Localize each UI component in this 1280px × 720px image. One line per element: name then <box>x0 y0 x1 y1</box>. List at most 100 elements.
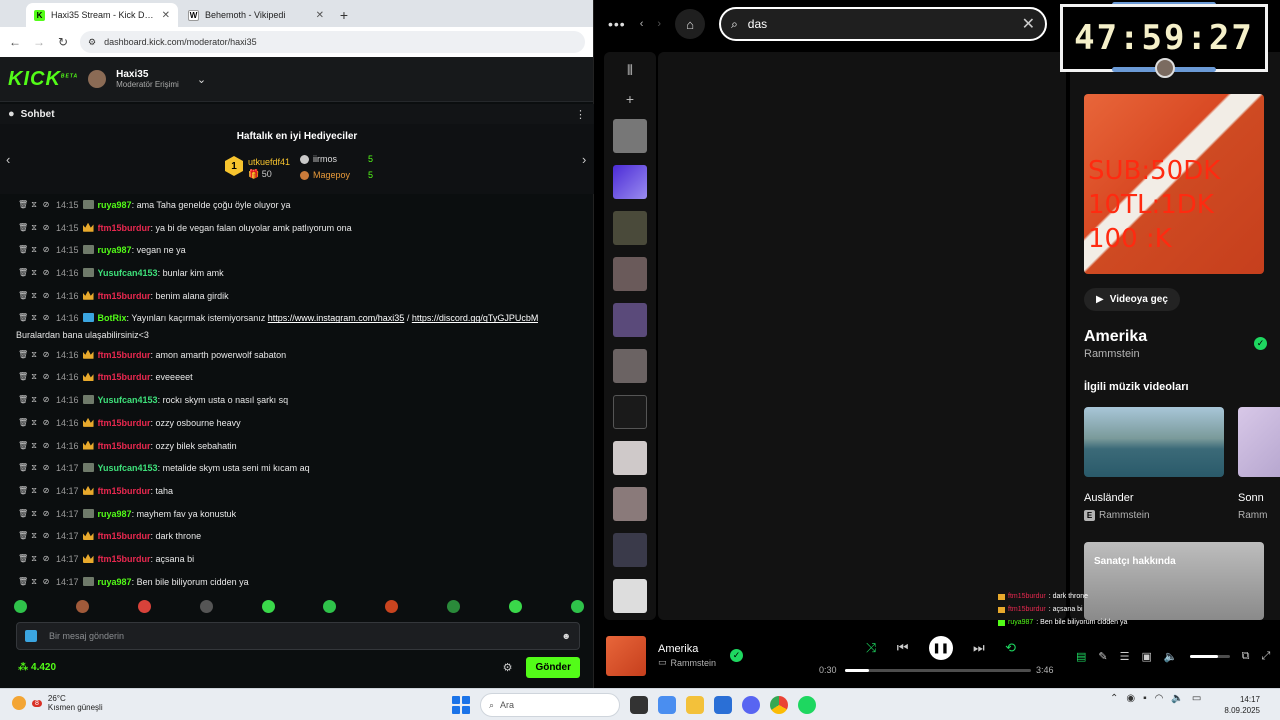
chat-message[interactable]: 🗑 ⧖ ⊘ 14:17 ftm15burdur: açsana bi <box>0 550 594 573</box>
chat-message[interactable]: 🗑 ⧖ ⊘ 14:16 ftm15burdur: benim alana girdik <box>0 287 594 310</box>
close-tab-icon[interactable]: ✕ <box>316 10 324 21</box>
emote-icon[interactable] <box>385 600 399 613</box>
delete-icon[interactable]: 🗑 <box>18 244 28 256</box>
ban-icon[interactable]: ⊘ <box>42 462 50 474</box>
chat-message[interactable]: 🗑 ⧖ ⊘ 14:16 ftm15burdur: amon amarth powerwo… <box>0 346 594 369</box>
close-tab-icon[interactable]: ✕ <box>162 10 170 21</box>
chat-messages[interactable]: 🗑 ⧖ ⊘ 14:15 ruya987: ama Taha genelde çoğu ö… <box>0 196 594 592</box>
message-username[interactable]: BotRix <box>98 313 127 323</box>
tab-kick-dashboard[interactable]: K Haxi35 Stream - Kick Dashboard ✕ <box>26 3 178 27</box>
weather-widget[interactable]: 8 26°C Kısmen güneşli <box>12 694 103 712</box>
ban-icon[interactable]: ⊘ <box>42 417 50 429</box>
chat-message[interactable]: 🗑 ⧖ ⊘ 14:16 Yusufcan4153: rockı skym usta o … <box>0 391 594 414</box>
timeout-icon[interactable]: ⧖ <box>30 349 38 361</box>
send-button[interactable]: Gönder <box>526 656 580 678</box>
saved-check-icon[interactable]: ✓ <box>730 649 743 662</box>
ban-icon[interactable]: ⊘ <box>42 222 50 234</box>
ban-icon[interactable]: ⊘ <box>42 199 50 211</box>
chat-message[interactable]: 🗑 ⧖ ⊘ 14:17 ftm15burdur: taha <box>0 482 594 505</box>
timeout-icon[interactable]: ⧖ <box>30 576 38 588</box>
chat-message[interactable]: 🗑 ⧖ ⊘ 14:15 ftm15burdur: ya bi de vegan fala… <box>0 219 594 242</box>
message-username[interactable]: ruya987 <box>98 509 132 519</box>
playlist-cover[interactable] <box>613 487 647 521</box>
url-field[interactable]: ⚙ dashboard.kick.com/moderator/haxi35 <box>80 31 585 53</box>
message-username[interactable]: ftm15burdur <box>98 372 151 382</box>
delete-icon[interactable]: 🗑 <box>18 576 28 588</box>
shuffle-icon[interactable]: ⤨ <box>866 640 876 656</box>
connect-device-icon[interactable]: ▣ <box>1142 650 1152 663</box>
delete-icon[interactable]: 🗑 <box>18 290 28 302</box>
spotify-icon[interactable] <box>798 696 816 714</box>
chevron-left-icon[interactable]: ‹ <box>6 152 10 167</box>
playlist-cover[interactable] <box>613 211 647 245</box>
chevron-down-icon[interactable]: ⌄ <box>197 73 206 86</box>
emote-icon[interactable] <box>323 600 337 613</box>
timeout-icon[interactable]: ⧖ <box>30 417 38 429</box>
ban-icon[interactable]: ⊘ <box>42 290 50 302</box>
queue-icon[interactable]: ☰ <box>1120 650 1130 663</box>
ban-icon[interactable]: ⊘ <box>42 485 50 497</box>
timeout-icon[interactable]: ⧖ <box>30 462 38 474</box>
clear-search-icon[interactable]: ✕ <box>1022 14 1035 34</box>
delete-icon[interactable]: 🗑 <box>18 462 28 474</box>
delete-icon[interactable]: 🗑 <box>18 199 28 211</box>
chevron-up-icon[interactable]: ⌃ <box>1110 693 1118 704</box>
message-link[interactable]: https://discord.gg/qTyGJPUcbM <box>412 313 539 323</box>
related-video-title[interactable]: Ausländer <box>1084 492 1224 504</box>
reload-icon[interactable]: ↻ <box>56 35 70 49</box>
delete-icon[interactable]: 🗑 <box>18 553 28 565</box>
message-link[interactable]: https://www.instagram.com/haxi35 <box>268 313 405 323</box>
task-view-icon[interactable] <box>630 696 648 714</box>
search-input[interactable]: ⌕ das ✕ <box>719 7 1048 41</box>
emote-icon[interactable] <box>75 600 89 613</box>
message-username[interactable]: ftm15burdur <box>98 223 151 233</box>
clock[interactable]: 14:17 8.09.2025 <box>1200 694 1260 716</box>
new-tab-button[interactable]: + <box>334 3 354 27</box>
liked-songs-cover[interactable] <box>613 165 647 199</box>
emote-icon[interactable] <box>509 600 522 613</box>
delete-icon[interactable]: 🗑 <box>18 485 28 497</box>
now-playing-view-icon[interactable]: ▤ <box>1076 650 1086 663</box>
back-arrow-icon[interactable]: ‹ <box>640 18 644 30</box>
playlist-cover[interactable] <box>613 119 647 153</box>
message-username[interactable]: ftm15burdur <box>98 486 151 496</box>
site-info-icon[interactable]: ⚙ <box>88 37 96 48</box>
message-username[interactable]: Yusufcan4153 <box>98 395 158 405</box>
emote-icon[interactable] <box>137 600 151 613</box>
saved-check-icon[interactable]: ✓ <box>1254 337 1267 350</box>
playlist-cover[interactable] <box>613 441 647 475</box>
ban-icon[interactable]: ⊘ <box>42 530 50 542</box>
timeout-icon[interactable]: ⧖ <box>30 371 38 383</box>
related-video-title[interactable]: Sonn <box>1238 492 1278 504</box>
emote-icon[interactable] <box>261 600 275 613</box>
ban-icon[interactable]: ⊘ <box>42 576 50 588</box>
delete-icon[interactable]: 🗑 <box>18 349 28 361</box>
playlist-cover[interactable] <box>613 303 647 337</box>
timeout-icon[interactable]: ⧖ <box>30 290 38 302</box>
emote-icon[interactable] <box>447 600 461 613</box>
switch-to-video-button[interactable]: ▶ Videoya geç <box>1084 288 1180 311</box>
repeat-icon[interactable]: ⟲ <box>1005 640 1016 656</box>
chat-message[interactable]: 🗑 ⧖ ⊘ 14:17 ftm15burdur: dark throne <box>0 527 594 550</box>
message-username[interactable]: ftm15burdur <box>98 441 151 451</box>
emote-icon[interactable] <box>570 600 584 613</box>
ban-icon[interactable]: ⊘ <box>42 349 50 361</box>
timeout-icon[interactable]: ⧖ <box>30 553 38 565</box>
message-username[interactable]: ftm15burdur <box>98 350 151 360</box>
chat-message[interactable]: 🗑 ⧖ ⊘ 14:16 ftm15burdur: eveeeeet <box>0 368 594 391</box>
delete-icon[interactable]: 🗑 <box>18 530 28 542</box>
timeout-icon[interactable]: ⧖ <box>30 222 38 234</box>
delete-icon[interactable]: 🗑 <box>18 394 28 406</box>
menu-dots-icon[interactable]: ••• <box>608 16 626 32</box>
emoji-icon[interactable]: ☻ <box>562 631 571 641</box>
timeout-icon[interactable]: ⧖ <box>30 199 38 211</box>
playlist-cover[interactable] <box>613 395 647 429</box>
timeout-icon[interactable]: ⧖ <box>30 267 38 279</box>
tab-wikipedia[interactable]: W Behemoth - Vikipedi ✕ <box>180 3 332 27</box>
chrome-icon[interactable] <box>770 696 788 714</box>
previous-icon[interactable]: ⏮ <box>897 640 909 656</box>
library-icon[interactable]: ⫴ <box>627 62 633 79</box>
chat-message[interactable]: 🗑 ⧖ ⊘ 14:16 Yusufcan4153: bunlar kim amk <box>0 264 594 287</box>
playlist-cover[interactable] <box>613 533 647 567</box>
delete-icon[interactable]: 🗑 <box>18 267 28 279</box>
